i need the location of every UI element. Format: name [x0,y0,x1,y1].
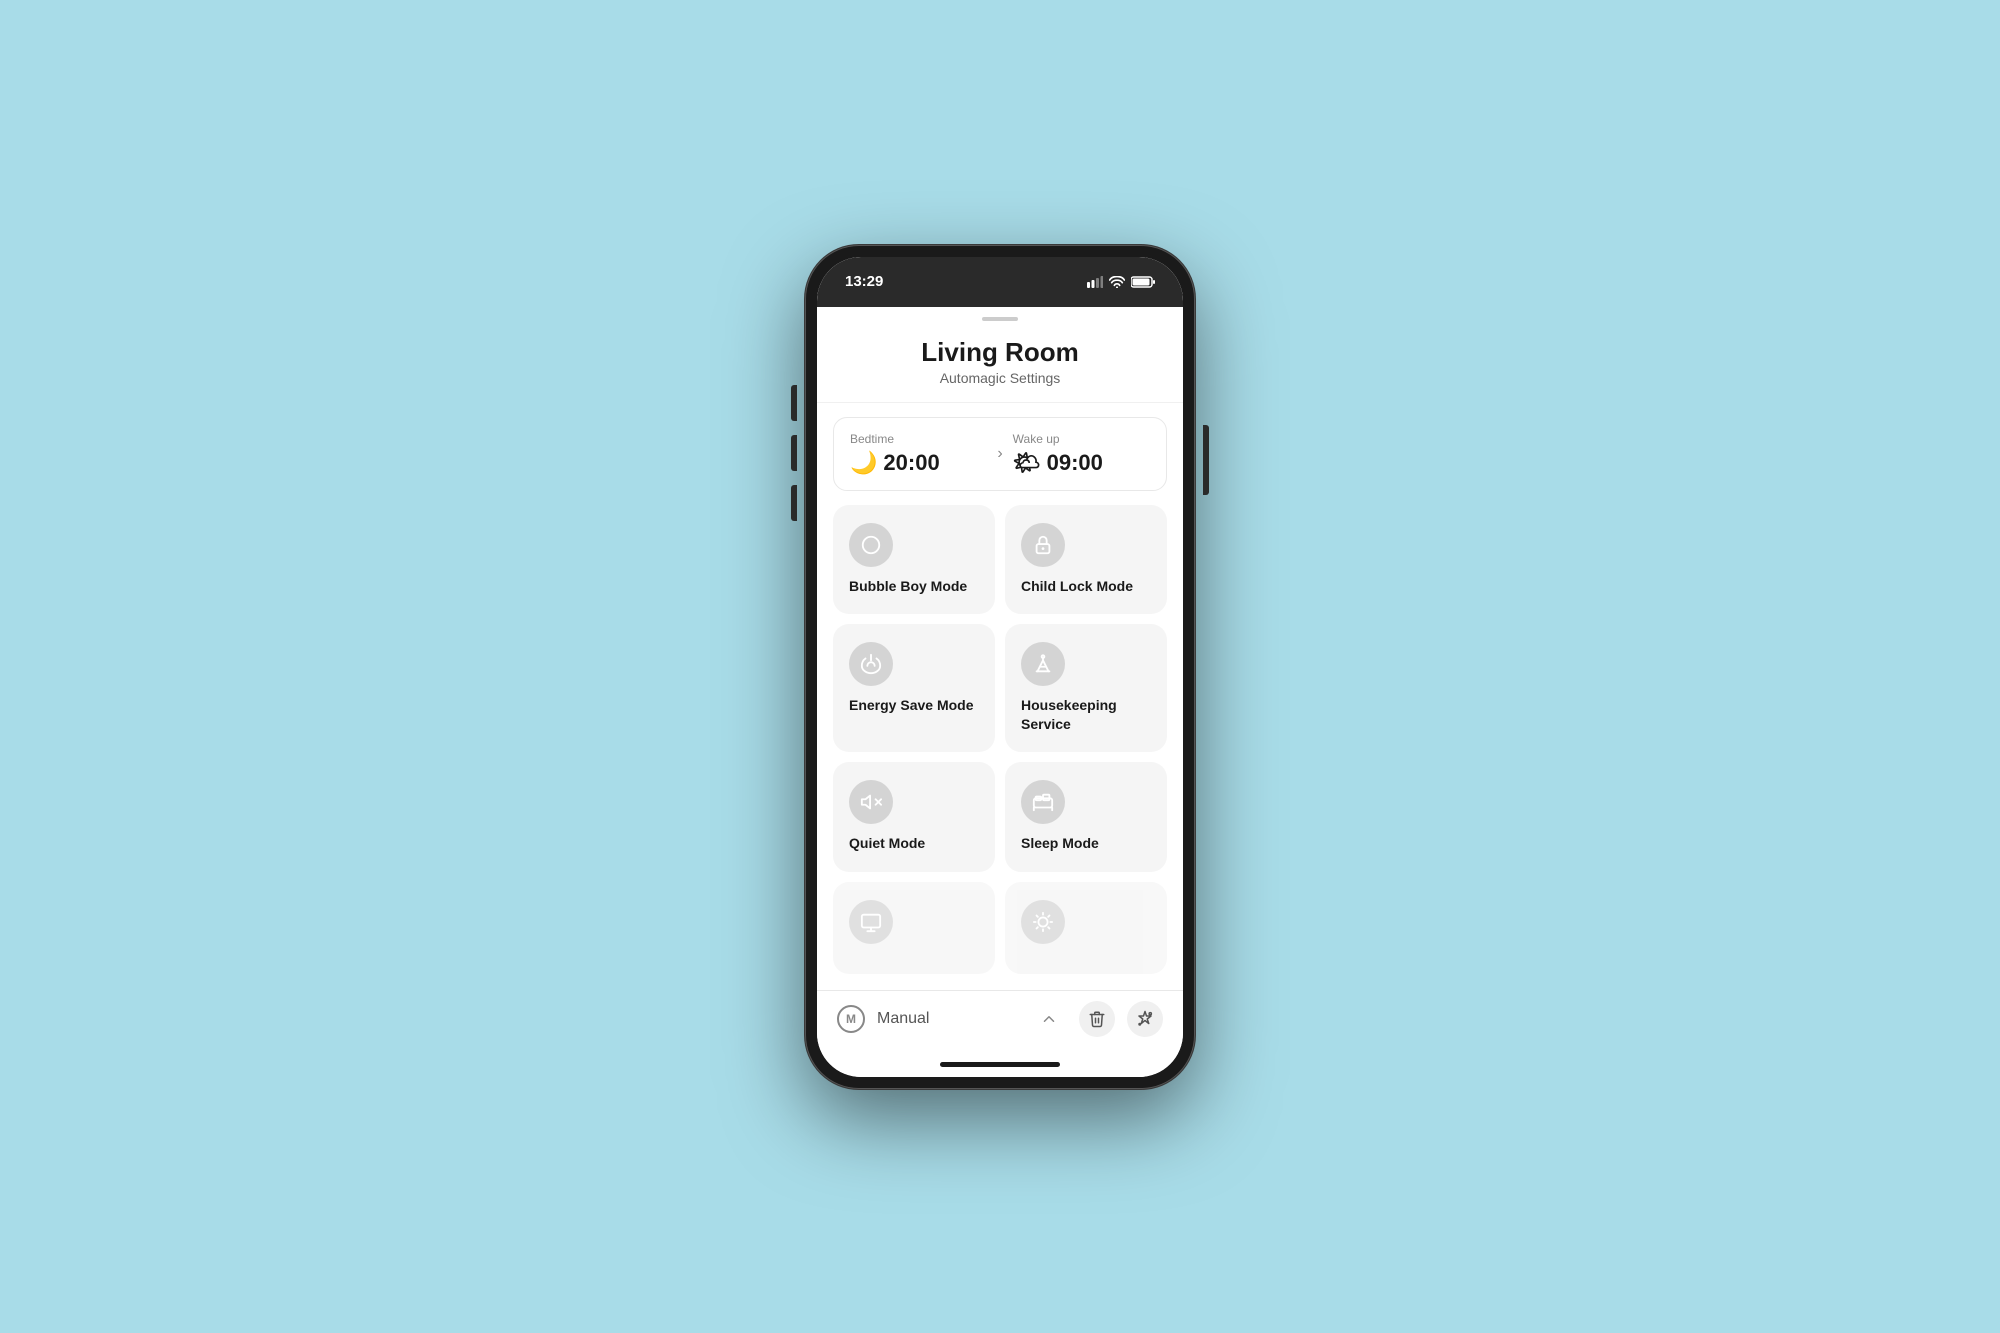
manual-label: Manual [877,1010,1019,1028]
delete-button[interactable] [1079,1001,1115,1037]
sleep-mode-icon-circle [1021,780,1065,824]
status-icons [1087,276,1155,288]
manual-badge: M [837,1005,865,1033]
bedtime-icon: 🌙 [850,450,877,476]
wakeup-item: Wake up 🌤 09:00 [1013,432,1150,476]
scroll-handle [982,317,1018,321]
bedtime-item: Bedtime 🌙 20:00 [850,432,987,476]
status-time: 13:29 [845,273,883,290]
battery-icon [1131,276,1155,288]
phone-device: 13:29 [805,245,1195,1089]
housekeeping-icon-circle [1021,642,1065,686]
page-header: Living Room Automagic Settings [817,327,1183,403]
housekeeping-mode-card[interactable]: Housekeeping Service [1005,624,1167,752]
energy-save-icon-circle [849,642,893,686]
wifi-icon [1109,276,1125,288]
signal-icon [1087,276,1103,288]
tv-mode-icon [860,911,882,933]
quiet-mode-icon-circle [849,780,893,824]
housekeeping-icon [1032,653,1054,675]
child-lock-icon [1032,534,1054,556]
wakeup-time: 🌤 09:00 [1013,450,1150,476]
page-subtitle: Automagic Settings [837,370,1163,386]
energy-save-mode-card[interactable]: Energy Save Mode [833,624,995,752]
tv-mode-icon-circle [849,900,893,944]
housekeeping-mode-label: Housekeeping Service [1021,696,1151,732]
bubble-boy-mode-label: Bubble Boy Mode [849,577,979,595]
bedtime-label: Bedtime [850,432,987,446]
bedtime-time: 🌙 20:00 [850,450,987,476]
page-title: Living Room [837,337,1163,368]
wakeup-icon: 🌤 [1013,450,1041,476]
home-indicator [817,1053,1183,1077]
home-bar [940,1062,1060,1067]
chevron-up-icon [1040,1010,1058,1028]
chevron-up-button[interactable] [1031,1001,1067,1037]
quiet-mode-icon [860,791,882,813]
child-lock-icon-circle [1021,523,1065,567]
magic-button[interactable] [1127,1001,1163,1037]
sleep-mode-icon [1032,791,1054,813]
wakeup-label: Wake up [1013,432,1150,446]
light-mode-icon [1032,911,1054,933]
energy-save-icon [860,653,882,675]
magic-icon [1136,1010,1154,1028]
wakeup-time-value: 09:00 [1047,450,1103,476]
quiet-mode-card[interactable]: Quiet Mode [833,762,995,872]
bubble-boy-icon-circle [849,523,893,567]
bedtime-time-value: 20:00 [883,450,939,476]
tv-mode-card[interactable] [833,882,995,974]
schedule-row[interactable]: Bedtime 🌙 20:00 › Wake up 🌤 09:00 [833,417,1167,491]
bubble-boy-icon [860,534,882,556]
trash-icon [1088,1010,1106,1028]
child-lock-mode-card[interactable]: Child Lock Mode [1005,505,1167,615]
light-mode-icon-circle [1021,900,1065,944]
energy-save-mode-label: Energy Save Mode [849,696,979,714]
modes-grid: Bubble Boy Mode Child Lock Mode [817,505,1183,990]
child-lock-mode-label: Child Lock Mode [1021,577,1151,595]
bubble-boy-mode-card[interactable]: Bubble Boy Mode [833,505,995,615]
sleep-mode-card[interactable]: Sleep Mode [1005,762,1167,872]
bottom-bar: M Manual [817,990,1183,1053]
quiet-mode-label: Quiet Mode [849,834,979,852]
schedule-chevron: › [987,445,1012,463]
status-bar: 13:29 [817,257,1183,307]
sleep-mode-label: Sleep Mode [1021,834,1151,852]
app-content: Living Room Automagic Settings Bedtime 🌙… [817,307,1183,990]
manual-letter: M [846,1012,856,1026]
phone-screen: 13:29 [817,257,1183,1077]
light-mode-card[interactable] [1005,882,1167,974]
